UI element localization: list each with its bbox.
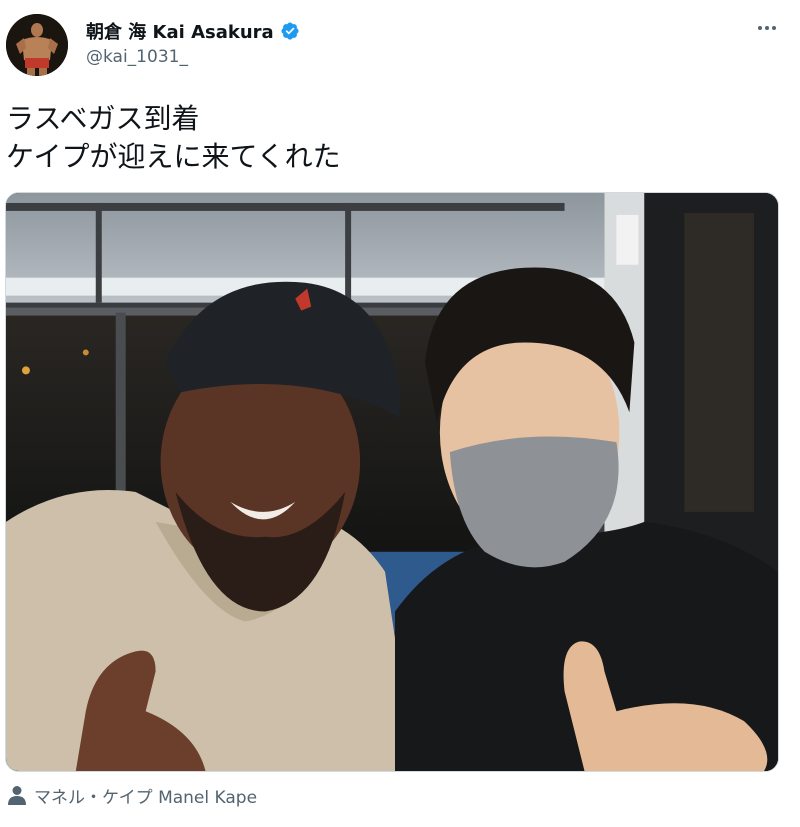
person-icon — [8, 786, 26, 805]
dot-icon — [758, 26, 762, 30]
tweet-text-line: ラスベガス到着 — [6, 102, 200, 135]
more-options-button[interactable] — [752, 16, 782, 40]
author-avatar[interactable] — [6, 14, 68, 76]
dot-icon — [772, 26, 776, 30]
verified-badge-icon — [281, 22, 299, 40]
dot-icon — [765, 26, 769, 30]
tweet-card: 朝倉 海 Kai Asakura @kai_1031_ ラスベガス到着 ケイプが… — [0, 0, 800, 827]
selfie-photo-image — [6, 193, 778, 771]
fighter-avatar-icon — [6, 14, 68, 76]
tweet-text-line: ケイプが迎えに来てくれた — [6, 140, 341, 173]
tweet-text: ラスベガス到着 ケイプが迎えに来てくれた — [6, 100, 341, 176]
author-display-name[interactable]: 朝倉 海 Kai Asakura — [86, 18, 274, 44]
tagged-person[interactable]: マネル・ケイプ Manel Kape — [8, 782, 257, 808]
tweet-photo[interactable] — [5, 192, 779, 772]
tagged-person-label[interactable]: マネル・ケイプ Manel Kape — [34, 783, 257, 808]
author-handle[interactable]: @kai_1031_ — [86, 47, 188, 67]
author-name-row[interactable]: 朝倉 海 Kai Asakura — [86, 18, 300, 44]
